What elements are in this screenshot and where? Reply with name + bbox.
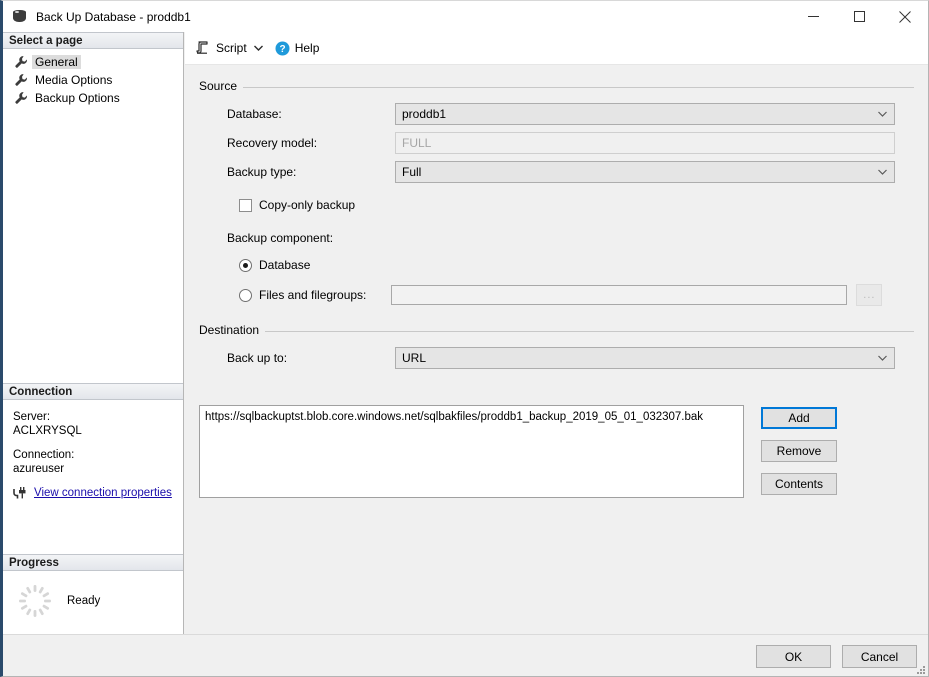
connection-label: Connection: xyxy=(13,448,183,462)
component-files-label: Files and filegroups: xyxy=(259,288,366,302)
destination-group-rule xyxy=(199,331,914,332)
title-bar-left: Back Up Database - proddb1 xyxy=(3,9,790,24)
backup-to-row: Back up to: URL xyxy=(199,347,914,369)
backup-to-combobox[interactable]: URL xyxy=(395,347,895,369)
database-value: proddb1 xyxy=(396,107,446,121)
help-label: Help xyxy=(295,41,320,55)
progress-status: Ready xyxy=(67,595,100,607)
backup-to-label: Back up to: xyxy=(199,351,395,365)
help-question-icon: ? xyxy=(275,41,290,56)
wrench-icon xyxy=(14,91,28,105)
source-group-title: Source xyxy=(199,79,243,93)
form-area: Source Database: proddb1 Recovery model:… xyxy=(185,65,928,369)
copy-only-backup-label: Copy-only backup xyxy=(259,198,355,212)
connection-plug-icon xyxy=(13,486,29,500)
list-item[interactable]: https://sqlbackuptst.blob.core.windows.n… xyxy=(205,410,738,425)
source-group-rule xyxy=(199,87,914,88)
progress-section: Progress xyxy=(3,554,183,619)
source-group: Source Database: proddb1 Recovery model:… xyxy=(199,79,914,305)
destination-group-title: Destination xyxy=(199,323,265,337)
sidebar-item-label: Backup Options xyxy=(32,91,123,105)
script-button[interactable]: Script xyxy=(195,40,247,56)
database-row: Database: proddb1 xyxy=(199,103,914,125)
backup-type-combobox[interactable]: Full xyxy=(395,161,895,183)
chevron-down-icon xyxy=(878,348,887,368)
recovery-model-value: FULL xyxy=(396,136,431,150)
sidebar-item-media-options[interactable]: Media Options xyxy=(3,71,183,88)
script-label: Script xyxy=(216,41,247,55)
spinner-icon xyxy=(17,583,53,619)
connection-value: azureuser xyxy=(13,462,183,476)
title-bar: Back Up Database - proddb1 xyxy=(3,1,928,32)
toolbar: Script ? Help xyxy=(185,32,928,65)
destination-list[interactable]: https://sqlbackuptst.blob.core.windows.n… xyxy=(199,405,744,498)
progress-body: Ready xyxy=(3,571,183,619)
backup-database-dialog: Back Up Database - proddb1 Select a page xyxy=(0,0,929,677)
window-title: Back Up Database - proddb1 xyxy=(36,10,191,24)
sidebar-item-label: General xyxy=(32,55,81,69)
connection-section: Connection Server: ACLXRYSQL Connection:… xyxy=(3,383,183,500)
files-browse-button: ... xyxy=(856,284,882,306)
view-connection-properties-row[interactable]: View connection properties xyxy=(13,486,183,500)
backup-type-row: Backup type: Full xyxy=(199,161,914,183)
progress-header: Progress xyxy=(3,554,183,571)
chevron-down-icon xyxy=(878,162,887,182)
add-button[interactable]: Add xyxy=(761,407,837,429)
page-list: General Media Options Backup Options xyxy=(3,49,183,106)
cancel-button[interactable]: Cancel xyxy=(842,645,917,668)
remove-button[interactable]: Remove xyxy=(761,440,837,462)
database-label: Database: xyxy=(199,107,395,121)
backup-type-label: Backup type: xyxy=(199,165,395,179)
view-connection-properties-link[interactable]: View connection properties xyxy=(34,487,172,499)
dialog-footer: OK Cancel xyxy=(3,634,928,676)
component-database-label: Database xyxy=(259,258,310,272)
connection-body: Server: ACLXRYSQL Connection: azureuser xyxy=(3,400,183,500)
resize-grip[interactable] xyxy=(914,663,926,675)
files-filegroups-input xyxy=(391,285,847,305)
sidebar-item-label: Media Options xyxy=(32,73,115,87)
server-value: ACLXRYSQL xyxy=(13,424,183,438)
recovery-model-row: Recovery model: FULL xyxy=(199,132,914,154)
wrench-icon xyxy=(14,55,28,69)
copy-only-backup-row[interactable]: Copy-only backup xyxy=(199,195,914,215)
component-database-radio[interactable] xyxy=(239,259,252,272)
destination-group: Destination Back up to: URL xyxy=(199,323,914,369)
copy-only-backup-checkbox[interactable] xyxy=(239,199,252,212)
wrench-icon xyxy=(14,73,28,87)
close-button[interactable] xyxy=(882,1,928,32)
recovery-model-field: FULL xyxy=(395,132,895,154)
backup-to-value: URL xyxy=(396,351,426,365)
chevron-down-icon xyxy=(878,104,887,124)
database-combobox[interactable]: proddb1 xyxy=(395,103,895,125)
window-controls xyxy=(790,1,928,32)
ok-button[interactable]: OK xyxy=(756,645,831,668)
component-files-row[interactable]: Files and filegroups: ... xyxy=(199,285,914,305)
help-button[interactable]: ? Help xyxy=(275,41,320,56)
sidebar-item-general[interactable]: General xyxy=(3,53,183,70)
recovery-model-label: Recovery model: xyxy=(199,136,395,150)
select-page-header: Select a page xyxy=(3,32,183,49)
script-icon xyxy=(195,40,211,56)
main-panel: Script ? Help Source xyxy=(185,32,928,634)
chevron-down-icon[interactable] xyxy=(253,40,265,56)
component-database-row[interactable]: Database xyxy=(199,255,914,275)
backup-component-label: Backup component: xyxy=(199,231,914,245)
contents-button[interactable]: Contents xyxy=(761,473,837,495)
destination-buttons: Add Remove Contents xyxy=(761,407,837,506)
svg-text:?: ? xyxy=(279,44,285,55)
sidebar-item-backup-options[interactable]: Backup Options xyxy=(3,89,183,106)
connection-header: Connection xyxy=(3,383,183,400)
sidebar: Select a page General Media Options xyxy=(3,32,184,634)
server-label: Server: xyxy=(13,410,183,424)
maximize-button[interactable] xyxy=(836,1,882,32)
component-files-radio[interactable] xyxy=(239,289,252,302)
backup-type-value: Full xyxy=(396,165,421,179)
minimize-button[interactable] xyxy=(790,1,836,32)
database-icon xyxy=(12,9,27,24)
footer-buttons: OK Cancel xyxy=(756,645,917,668)
